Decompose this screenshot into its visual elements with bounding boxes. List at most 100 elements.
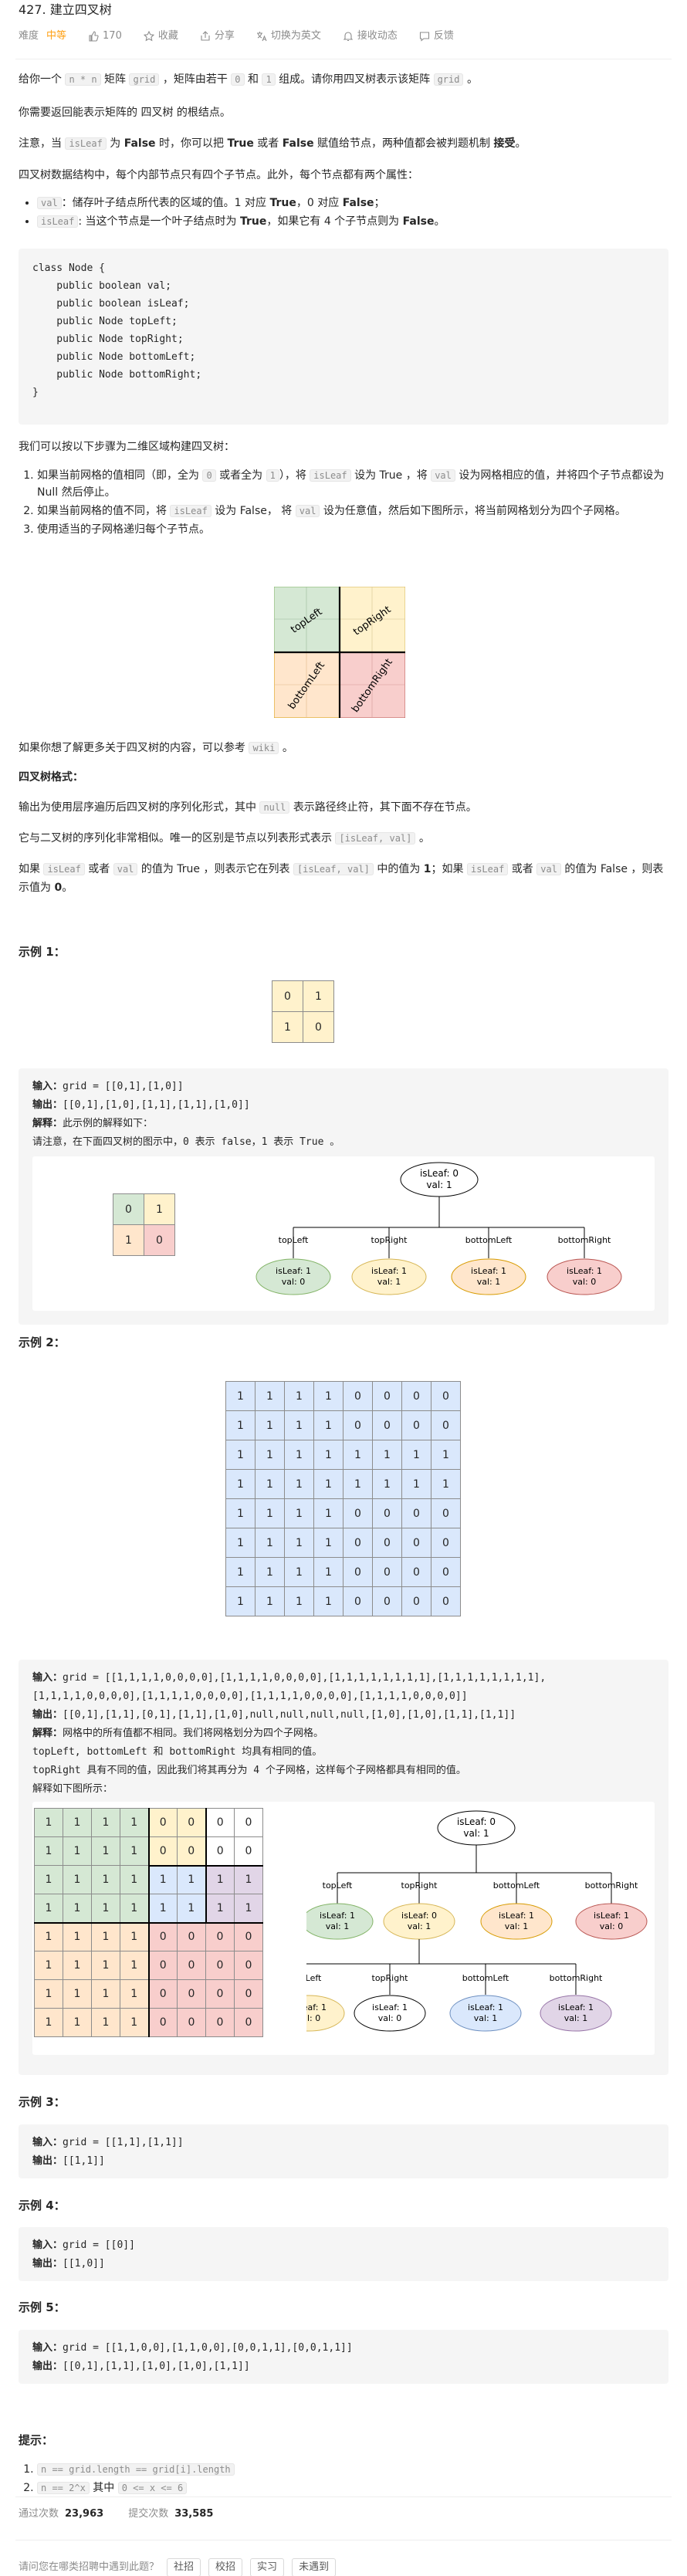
grid-cell: 1: [225, 1410, 256, 1440]
svg-text:isLeaf: 1: isLeaf: 1: [499, 1911, 534, 1921]
grid-cell: 0: [401, 1498, 431, 1528]
example-1-grid: 01 10: [272, 980, 334, 1043]
list-item: 如果当前网格的值相同（即，全为 0 或者全为 1），将 isLeaf 设为 Tr…: [37, 467, 668, 501]
grid-cell: 1: [120, 1808, 150, 1837]
svg-text:topRight: topRight: [372, 1973, 409, 1983]
grid-cell: 1: [431, 1440, 461, 1470]
grid-cell: 1: [255, 1528, 285, 1558]
grid-row: 11110000: [34, 1808, 263, 1837]
grid-cell: 1: [63, 1836, 92, 1866]
example-5-output: [[0,1],[1,1],[1,0],[1,0],[1,1]]: [63, 2361, 250, 2372]
grid-cell: 1: [255, 1440, 285, 1470]
grid-cell: 0: [372, 1381, 402, 1411]
example-2-box: 输入：grid = [[1,1,1,1,0,0,0,0],[1,1,1,1,0,…: [19, 1660, 668, 2075]
example-4-title: 示例 4：: [19, 2199, 66, 2212]
grid-cell: 0: [343, 1381, 373, 1411]
grid-cell: 1: [255, 1586, 285, 1616]
grid-cell: 0: [177, 1979, 206, 2009]
wiki-link[interactable]: wiki: [249, 742, 279, 754]
grid-cell: 1: [255, 1469, 285, 1499]
grid-cell: 1: [372, 1440, 402, 1470]
grid-row: 11111111: [34, 1865, 263, 1894]
grid-row: 11110000: [34, 1922, 263, 1951]
grid-cell: 1: [63, 1922, 92, 1951]
grid-cell: 0: [401, 1528, 431, 1558]
grid-row: 11110000: [34, 1979, 263, 2009]
example-4-box: 输入：grid = [[0]] 输出：[[1,0]]: [19, 2227, 668, 2281]
grid-cell: 1: [120, 1951, 150, 1980]
constraints-list: n == grid.length == grid[i].length n == …: [37, 2461, 668, 2498]
grid-cell: 0: [148, 1979, 178, 2009]
favorite-button[interactable]: 收藏: [143, 28, 178, 45]
grid-cell: 0: [372, 1557, 402, 1587]
survey-option-social[interactable]: 社招: [167, 2558, 201, 2576]
grid-cell: 1: [313, 1440, 344, 1470]
favorite-label: 收藏: [157, 30, 178, 42]
svg-text:isLeaf: 0: isLeaf: 0: [457, 1816, 496, 1827]
svg-text:val: 0: val: 0: [378, 2013, 402, 2023]
grid-cell: 0: [148, 1951, 178, 1980]
grid-cell: 1: [225, 1440, 256, 1470]
svg-text:val: 0: val: 0: [282, 1277, 306, 1287]
svg-text:isLeaf: 1: isLeaf: 1: [567, 1266, 602, 1276]
grid-cell: 0: [431, 1381, 461, 1411]
svg-text:isLeaf: 0: isLeaf: 0: [401, 1911, 437, 1921]
grid-cell: 0: [177, 1808, 207, 1837]
example-5-input: grid = [[1,1,0,0],[1,1,0,0],[0,0,1,1],[0…: [63, 2342, 353, 2354]
grid-cell: 1: [120, 1979, 150, 2009]
desc-paragraph-6: 如果你想了解更多关于四叉树的内容，可以参考 wiki 。: [19, 742, 293, 754]
share-button[interactable]: 分享: [200, 28, 235, 45]
survey-option-intern[interactable]: 实习: [250, 2558, 285, 2576]
switch-language-button[interactable]: 切换为英文: [256, 28, 321, 45]
grid-cell: 1: [313, 1498, 344, 1528]
example-1-figure: 01 10 isLeaf: 0 val: 1 topLeft topRight …: [32, 1156, 655, 1311]
grid-cell: 1: [205, 1865, 235, 1894]
example-2-line-4: 解释如下图所示：: [32, 1783, 113, 1795]
grid-cell: 1: [91, 2008, 120, 2037]
notify-label: 接收动态: [357, 30, 398, 42]
grid-cell: 1: [234, 1865, 263, 1894]
grid-cell: 1: [34, 1808, 63, 1837]
like-button[interactable]: 170: [88, 28, 122, 45]
svg-text:bottomLeft: bottomLeft: [462, 1973, 509, 1983]
example-3-title: 示例 3：: [19, 2095, 66, 2109]
survey-option-none[interactable]: 未遇到: [292, 2558, 337, 2576]
example-2-grid: 1111000011110000111111111111111111110000…: [225, 1381, 461, 1616]
grid-cell: 1: [225, 1528, 256, 1558]
example-2-figure-grid: 1111000011110000111111111111111111110000…: [34, 1808, 263, 2037]
svg-text:val: 1: val: 1: [377, 1277, 401, 1287]
example-2-output: [[0,1],[1,1],[0,1],[1,1],[1,0],null,null…: [63, 1709, 516, 1721]
grid-cell: 0: [205, 2008, 235, 2037]
list-item: isLeaf: 当这个节点是一个叶子结点时为 True，如果它有 4 个子节点则…: [37, 213, 668, 230]
svg-text:bottomRight: bottomRight: [558, 1235, 611, 1245]
grid-row: 11111111: [225, 1440, 461, 1470]
svg-text:isLeaf: 1: isLeaf: 1: [468, 2002, 503, 2012]
grid-cell: 0: [372, 1498, 402, 1528]
notify-button[interactable]: 接收动态: [343, 28, 398, 45]
feedback-button[interactable]: 反馈: [419, 28, 454, 45]
grid-cell: 1: [255, 1381, 285, 1411]
grid-cell: 0: [205, 1836, 235, 1867]
constraints-title: 提示：: [19, 2433, 54, 2447]
passed-label: 通过次数: [19, 2508, 59, 2520]
svg-text:val: 1: val: 1: [326, 1921, 350, 1931]
svg-text:topRight: topRight: [371, 1235, 408, 1245]
grid-cell: 1: [225, 1469, 256, 1499]
grid-cell: 1: [313, 1469, 344, 1499]
grid-row: 11110000: [34, 2008, 263, 2037]
submission-stats: 通过次数 23,963 提交次数 33,585: [19, 2506, 238, 2523]
survey-question: 请问您在哪类招聘中遇到此题？: [19, 2561, 160, 2573]
grid-cell: 1: [284, 1381, 314, 1411]
grid-cell: 1: [372, 1469, 402, 1499]
grid-row: 11111111: [34, 1894, 263, 1924]
bell-icon: [343, 32, 354, 42]
grid-cell: 0: [372, 1410, 402, 1440]
difficulty-badge: 中等: [46, 30, 67, 42]
grid-cell: 0: [372, 1528, 402, 1558]
svg-text:isLeaf: 1: isLeaf: 1: [306, 2002, 327, 2012]
grid-row: 11110000: [34, 1951, 263, 1980]
grid-cell: 0: [234, 2008, 263, 2037]
grid-cell: 1: [91, 1922, 120, 1951]
survey-option-campus[interactable]: 校招: [208, 2558, 243, 2576]
grid-cell: 0: [431, 1586, 461, 1616]
